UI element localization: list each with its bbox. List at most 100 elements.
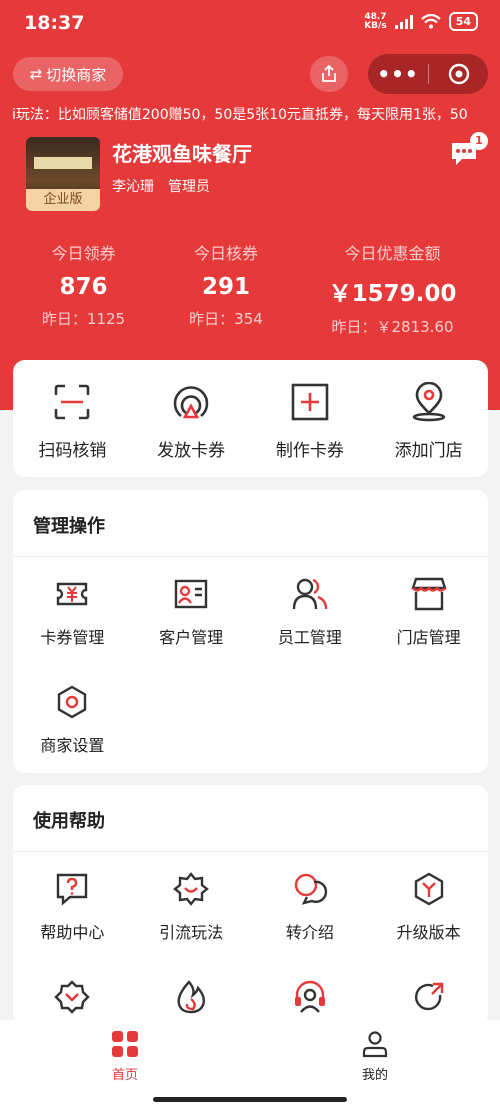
message-count-badge: 1 (470, 132, 488, 150)
grid-label: 升级版本 (396, 923, 461, 942)
signal-icon (394, 14, 413, 29)
issue-coupon-icon (173, 386, 209, 419)
stat-label: 今日优惠金额 (344, 244, 441, 263)
target-icon (448, 63, 469, 85)
logo-signboard (34, 157, 92, 169)
settings-hex-icon (58, 685, 87, 719)
grid-label: 帮助中心 (40, 923, 105, 942)
merchant-name: 花港观鱼味餐厅 (112, 142, 252, 166)
add-box-icon (291, 383, 329, 421)
smile-badge-icon (173, 872, 210, 906)
status-indicators: 48.7 KB/s 54 (364, 12, 478, 31)
scan-verify-button[interactable]: 扫码核销 (13, 360, 132, 477)
staff-management-button[interactable]: 员工管理 (251, 576, 370, 648)
swap-icon: ⇄ (29, 65, 43, 83)
customer-card-icon (174, 579, 208, 609)
chat-bubbles-icon (294, 873, 328, 905)
switch-merchant-label: 切换商家 (46, 65, 107, 84)
miniprogram-capsule: ••• (368, 54, 488, 94)
help-section: 使用帮助 帮助中心 引流玩法 转介绍 升级版本 (13, 785, 488, 1025)
coupon-management-button[interactable]: 卡券管理 (13, 576, 132, 648)
upgrade-hex-icon (414, 872, 443, 906)
traffic-strategy-button[interactable]: 引流玩法 (132, 871, 251, 943)
status-bar: 18:37 48.7 KB/s 54 (0, 0, 500, 48)
merchant-settings-button[interactable]: 商家设置 (13, 684, 132, 756)
refresh-arrow-icon (414, 982, 443, 1011)
upgrade-version-button[interactable]: 升级版本 (369, 871, 488, 943)
customer-management-button[interactable]: 客户管理 (132, 576, 251, 648)
quick-label: 添加门店 (394, 441, 463, 461)
home-indicator[interactable] (153, 1097, 347, 1102)
help-item-support[interactable] (251, 979, 370, 1015)
section-title: 使用帮助 (33, 811, 105, 832)
help-item-refresh[interactable] (369, 979, 488, 1015)
add-store-button[interactable]: 添加门店 (369, 360, 488, 477)
help-icon (57, 873, 88, 906)
grid-label: 商家设置 (40, 736, 105, 755)
manage-grid: 卡券管理 客户管理 员工管理 门店管理 商家设置 (13, 576, 488, 792)
divider (13, 851, 488, 852)
stat-value: 291 (201, 274, 250, 300)
stat-yesterday: 昨日：1125 (41, 310, 126, 328)
quick-label: 扫码核销 (38, 441, 107, 461)
stat-value: ￥1579.00 (328, 281, 457, 307)
battery-indicator: 54 (448, 12, 478, 31)
divider (13, 556, 488, 557)
grid-label: 引流玩法 (159, 923, 224, 942)
stat-value: 876 (59, 274, 108, 300)
coupon-icon (57, 582, 88, 606)
help-grid: 帮助中心 引流玩法 转介绍 升级版本 (13, 871, 488, 1025)
grid-label: 门店管理 (396, 628, 461, 647)
message-button[interactable]: 1 (450, 132, 488, 167)
referral-button[interactable]: 转介绍 (251, 871, 370, 943)
headset-icon (294, 980, 325, 1013)
stat-label: 今日领券 (51, 244, 116, 263)
quick-label: 发放卡券 (157, 441, 226, 461)
merchant-user: 李沁珊 管理员 (112, 176, 210, 196)
store-icon (410, 577, 447, 611)
home-grid-icon (112, 1031, 138, 1057)
help-item-verified[interactable] (13, 979, 132, 1015)
stat-today-discount[interactable]: 今日优惠金额 ￥1579.00 昨日：￥2813.60 (285, 240, 500, 337)
edition-badge: 企业版 (26, 189, 100, 211)
status-time: 18:37 (24, 12, 85, 34)
more-menu-button[interactable]: ••• (368, 62, 428, 86)
manage-section: 管理操作 卡券管理 客户管理 员工管理 门店管理 商家设置 (13, 490, 488, 773)
quick-actions-card: 扫码核销 发放卡券 制作卡券 添加门店 (13, 360, 488, 477)
switch-merchant-button[interactable]: ⇄ 切换商家 (13, 57, 123, 91)
wifi-icon (420, 14, 441, 29)
user-name: 李沁珊 (112, 179, 154, 195)
issue-coupon-button[interactable]: 发放卡券 (132, 360, 251, 477)
stats-row: 今日领券 876 昨日：1125 今日核券 291 昨日：354 今日优惠金额 … (0, 240, 500, 337)
close-miniprogram-button[interactable] (429, 63, 488, 85)
verified-badge-icon (54, 980, 91, 1014)
nav-label: 我的 (361, 1068, 388, 1083)
nav-home[interactable]: 首页 (95, 1030, 155, 1083)
stat-label: 今日核券 (193, 244, 258, 263)
network-speed: 48.7 KB/s (364, 11, 387, 31)
nav-mine[interactable]: 我的 (345, 1030, 405, 1083)
help-center-button[interactable]: 帮助中心 (13, 871, 132, 943)
help-item-hot[interactable] (132, 979, 251, 1015)
stat-today-received[interactable]: 今日领券 876 昨日：1125 (0, 240, 167, 337)
create-coupon-button[interactable]: 制作卡券 (251, 360, 370, 477)
announcement-marquee[interactable]: i玩法：比如顾客储值200赠50，50是5张10元直抵券，每天限用1张，50 (0, 104, 500, 126)
grid-label: 转介绍 (285, 923, 334, 942)
stat-today-verified[interactable]: 今日核券 291 昨日：354 (167, 240, 285, 337)
flame-icon (177, 980, 206, 1014)
share-button[interactable] (310, 56, 348, 92)
nav-label: 首页 (111, 1068, 138, 1083)
grid-label: 客户管理 (159, 628, 224, 647)
section-title: 管理操作 (33, 516, 105, 537)
share-icon (322, 64, 336, 82)
stat-yesterday: 昨日：354 (189, 310, 263, 328)
grid-label: 卡券管理 (40, 628, 105, 647)
store-management-button[interactable]: 门店管理 (369, 576, 488, 648)
staff-icon (292, 578, 328, 610)
grid-label: 员工管理 (277, 628, 342, 647)
quick-label: 制作卡券 (275, 441, 344, 461)
scan-icon (55, 384, 90, 420)
user-role: 管理员 (168, 179, 210, 195)
user-icon (362, 1031, 388, 1058)
stat-yesterday: 昨日：￥2813.60 (331, 318, 454, 336)
